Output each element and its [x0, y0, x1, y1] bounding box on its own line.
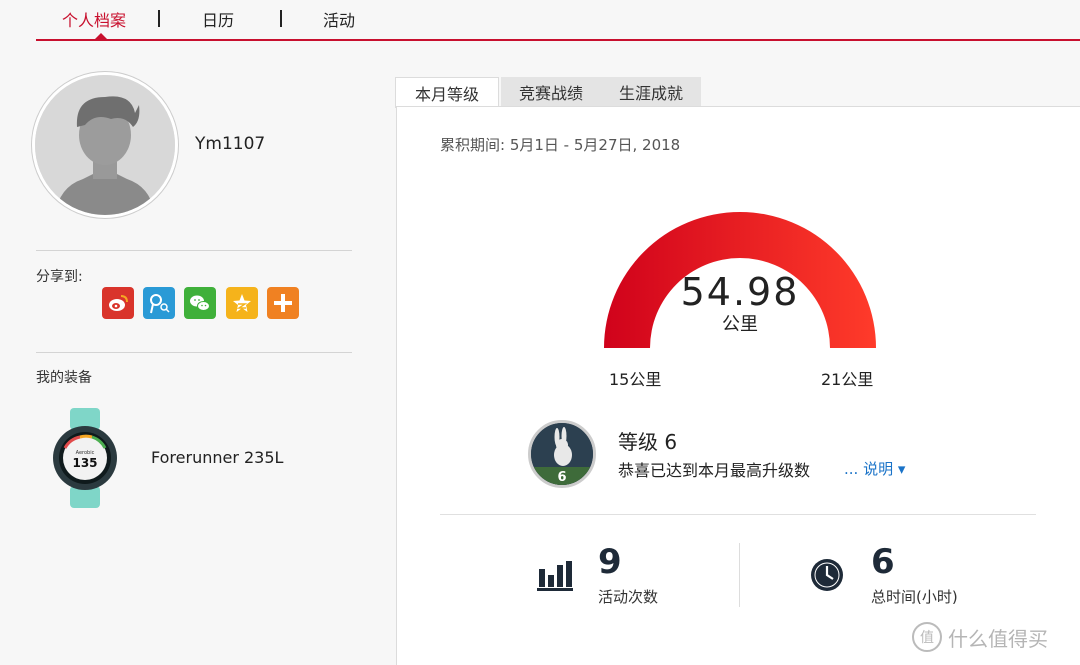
- watermark-logo-icon: 值: [912, 622, 942, 652]
- tab-career-achievements[interactable]: 生涯成就: [601, 77, 701, 107]
- nav-underline: [36, 39, 1080, 41]
- level-description: 恭喜已达到本月最高升级数: [618, 461, 811, 480]
- tab-calendar[interactable]: 日历: [202, 7, 234, 31]
- share-label: 分享到:: [36, 269, 83, 285]
- device-image[interactable]: Aerobic 135: [50, 408, 120, 508]
- clock-icon: [809, 557, 845, 597]
- watermark-text: 什么值得买: [948, 626, 1048, 651]
- watch-screen-value: 135: [72, 456, 97, 470]
- default-avatar-icon: [35, 75, 175, 215]
- total-hours: 6: [871, 542, 895, 582]
- accumulation-period: 累积期间: 5月1日 - 5月27日, 2018: [440, 136, 681, 154]
- stats-divider: [739, 543, 740, 607]
- badge-number: 6: [557, 470, 566, 485]
- gauge-max-label: 21公里: [821, 370, 874, 389]
- gauge-min-label: 15公里: [609, 370, 662, 389]
- watermark: 值 什么值得买: [912, 622, 1048, 652]
- weibo-icon[interactable]: [102, 287, 134, 319]
- level-badge: 6: [528, 420, 596, 488]
- gauge-unit: 公里: [722, 314, 758, 335]
- divider: [36, 250, 352, 251]
- divider: [440, 514, 1036, 515]
- bar-chart-icon: [537, 559, 573, 595]
- watch-icon: Aerobic 135: [53, 408, 117, 508]
- wechat-icon[interactable]: [184, 287, 216, 319]
- nav-separator: [158, 10, 160, 27]
- divider: [36, 352, 352, 353]
- username: Ym1107: [195, 134, 266, 154]
- nav-separator: [280, 10, 282, 27]
- qzone-icon[interactable]: [226, 287, 258, 319]
- rabbit-badge-icon: 6: [531, 423, 593, 485]
- more-plus-icon[interactable]: [267, 287, 299, 319]
- explanation-link[interactable]: ... 说明 ▾: [844, 458, 905, 479]
- gauge-value: 54.98: [680, 270, 800, 314]
- activity-count: 9: [598, 542, 622, 582]
- total-hours-label: 总时间(小时): [871, 588, 958, 606]
- equipment-label: 我的装备: [36, 370, 92, 386]
- top-nav: 个人档案 日历 活动: [0, 0, 1080, 42]
- activity-count-label: 活动次数: [598, 588, 659, 606]
- avatar[interactable]: [32, 72, 178, 218]
- tab-profile[interactable]: 个人档案: [62, 7, 126, 31]
- tencent-weibo-icon[interactable]: [143, 287, 175, 319]
- tab-monthly-level[interactable]: 本月等级: [395, 77, 499, 108]
- level-title: 等级 6: [618, 430, 678, 454]
- tab-race-results[interactable]: 竞赛战绩: [501, 77, 601, 107]
- tab-activities[interactable]: 活动: [323, 7, 355, 31]
- device-name[interactable]: Forerunner 235L: [151, 448, 283, 467]
